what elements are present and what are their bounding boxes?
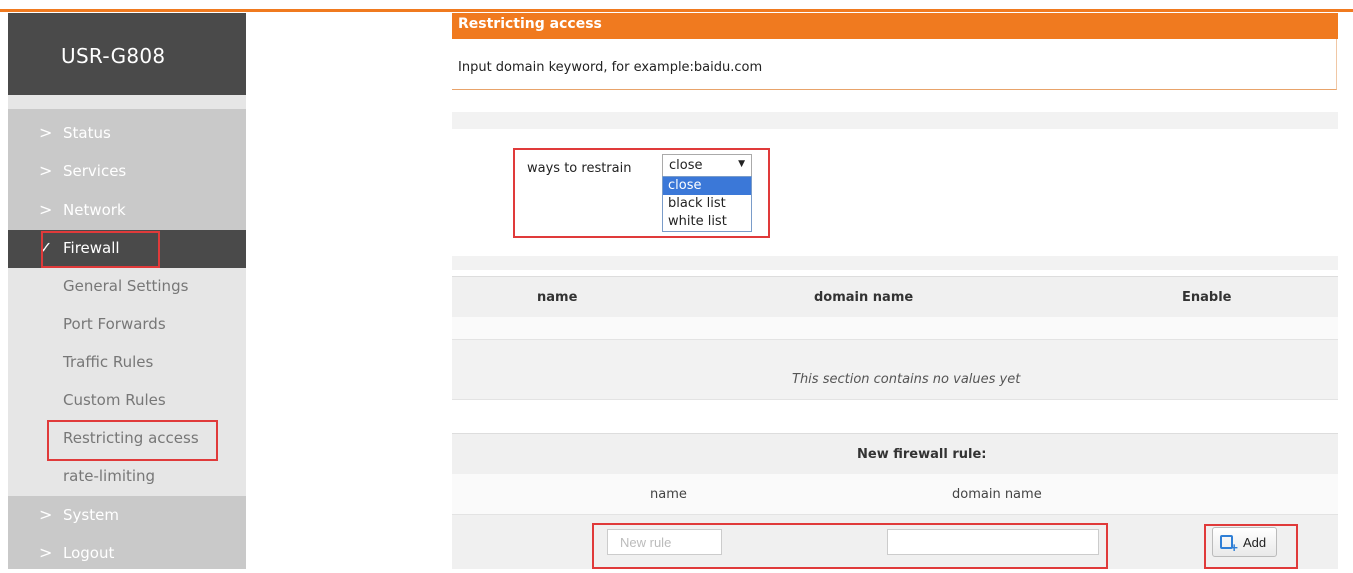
sidebar-subitem-label: Custom Rules: [63, 391, 166, 409]
new-rule-input-row: Add: [452, 515, 1338, 569]
chevron-right-icon: >: [39, 543, 53, 562]
dropdown-arrow-icon: ▼: [738, 159, 745, 169]
page-title: Restricting access: [458, 16, 602, 32]
chevron-right-icon: >: [39, 123, 53, 142]
sidebar-gap: [8, 95, 246, 109]
new-rule-title: New firewall rule:: [857, 447, 987, 462]
sidebar-subitem-port-forwards[interactable]: Port Forwards: [8, 306, 246, 344]
sidebar-subitem-traffic-rules[interactable]: Traffic Rules: [8, 344, 246, 382]
sidebar-item-services[interactable]: > Services: [8, 153, 246, 191]
new-rule-col-name: name: [650, 487, 687, 502]
top-accent-line: [0, 9, 1353, 12]
sidebar-item-label: Status: [63, 124, 111, 142]
page-description: Input domain keyword, for example:baidu.…: [458, 60, 763, 75]
sidebar-item-label: Firewall: [63, 239, 120, 257]
sidebar-item-label: System: [63, 506, 119, 524]
sidebar-subitem-restricting-access[interactable]: Restricting access: [8, 420, 246, 458]
sidebar-item-firewall[interactable]: ✓ Firewall: [8, 230, 246, 268]
add-button-label: Add: [1243, 535, 1267, 550]
table-empty-row: This section contains no values yet: [452, 340, 1338, 400]
add-button[interactable]: Add: [1212, 527, 1277, 557]
add-icon: [1220, 535, 1238, 555]
sidebar-item-label: Logout: [63, 544, 115, 562]
sidebar: USR-G808 > Status > Services > Network ✓…: [8, 13, 246, 569]
app-title: USR-G808: [61, 44, 166, 68]
restrain-option-close[interactable]: close: [663, 177, 751, 195]
check-icon: ✓: [39, 238, 53, 257]
column-header-enable: Enable: [1182, 290, 1232, 305]
sidebar-subitem-label: Port Forwards: [63, 315, 166, 333]
new-rule-domain-input[interactable]: [887, 529, 1099, 555]
new-rule-column-headers: name domain name: [452, 474, 1338, 515]
table-row: [452, 317, 1338, 340]
top-strip: [0, 0, 1353, 13]
sidebar-item-logout[interactable]: > Logout: [8, 535, 246, 573]
restrain-option-black-list[interactable]: black list: [663, 195, 751, 213]
chevron-right-icon: >: [39, 161, 53, 180]
sidebar-subitem-label: General Settings: [63, 277, 189, 295]
restrain-select-value: close: [669, 158, 703, 173]
new-rule-name-input[interactable]: [607, 529, 722, 555]
empty-message: This section contains no values yet: [792, 372, 1021, 387]
restrain-dropdown-list: close black list white list: [662, 176, 752, 232]
main-content: Restricting access Input domain keyword,…: [452, 13, 1338, 569]
column-header-domain-name: domain name: [814, 290, 914, 305]
sidebar-subitem-label: rate-limiting: [63, 467, 156, 485]
separator-band: [452, 112, 1338, 129]
new-rule-col-domain: domain name: [952, 487, 1042, 502]
sidebar-item-label: Services: [63, 162, 127, 180]
chevron-right-icon: >: [39, 200, 53, 219]
separator-band: [452, 256, 1338, 270]
sidebar-subitem-label: Traffic Rules: [63, 353, 154, 371]
sidebar-subitem-custom-rules[interactable]: Custom Rules: [8, 382, 246, 420]
table-header: name domain name Enable: [452, 276, 1338, 318]
restrain-select[interactable]: close ▼: [662, 154, 752, 178]
sidebar-subitem-general-settings[interactable]: General Settings: [8, 268, 246, 306]
sidebar-item-system[interactable]: > System: [8, 497, 246, 535]
restrain-label: ways to restrain: [527, 161, 632, 176]
new-rule-header: New firewall rule:: [452, 433, 1338, 475]
chevron-right-icon: >: [39, 505, 53, 524]
sidebar-subitem-label: Restricting access: [63, 429, 199, 447]
sidebar-item-network[interactable]: > Network: [8, 192, 246, 230]
sidebar-header: USR-G808: [8, 13, 246, 95]
sidebar-subitem-rate-limiting[interactable]: rate-limiting: [8, 458, 246, 496]
section-title-bar: Restricting access: [452, 13, 1338, 39]
description-box: Input domain keyword, for example:baidu.…: [452, 39, 1337, 90]
column-header-name: name: [537, 290, 578, 305]
sidebar-item-status[interactable]: > Status: [8, 115, 246, 153]
sidebar-item-label: Network: [63, 201, 126, 219]
restrain-option-white-list[interactable]: white list: [663, 213, 751, 231]
